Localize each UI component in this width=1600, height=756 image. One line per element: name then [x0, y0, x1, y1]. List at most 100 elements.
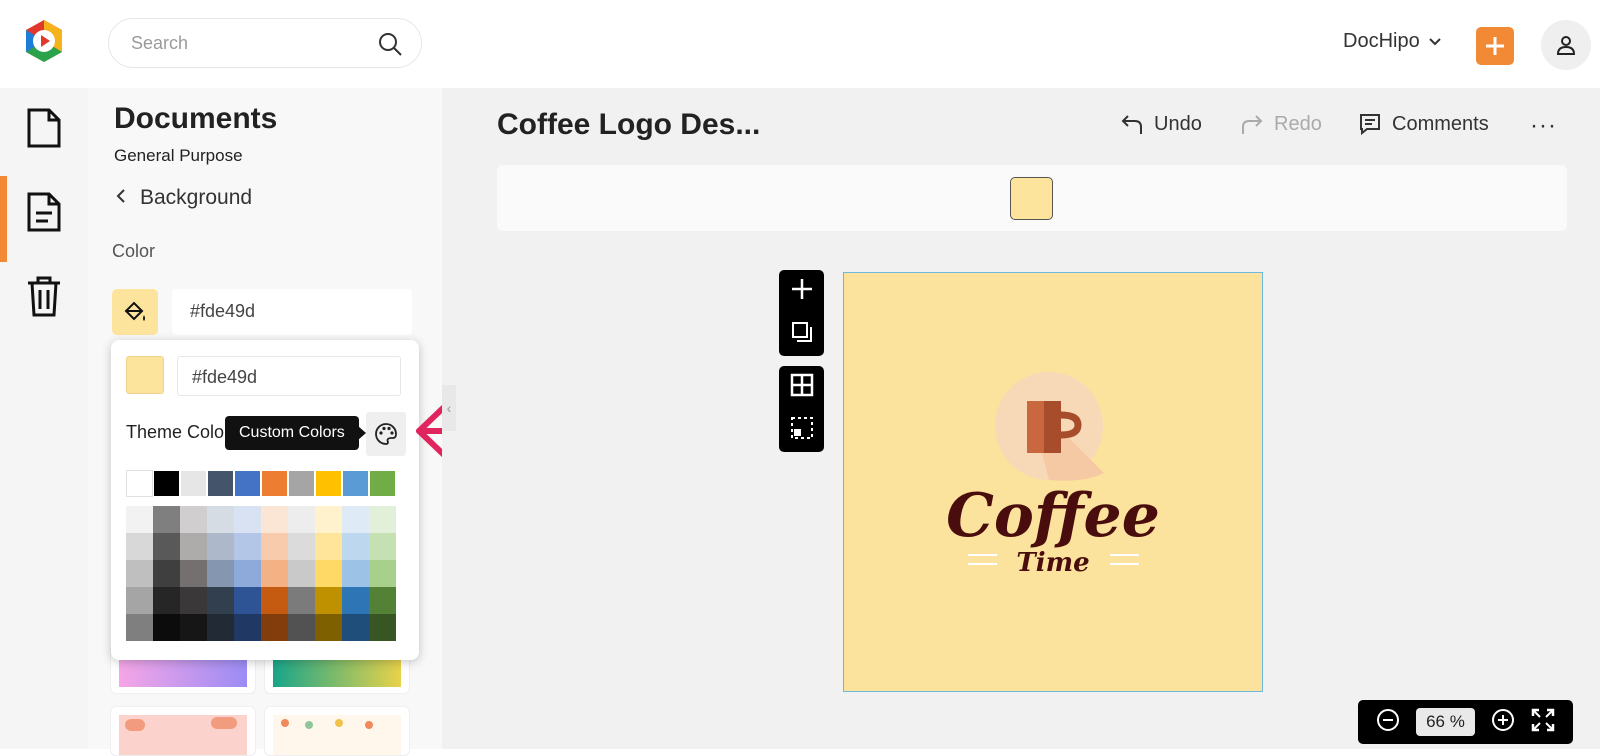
shade-swatch[interactable]	[342, 533, 369, 560]
shade-swatch[interactable]	[153, 614, 180, 641]
shade-swatch[interactable]	[207, 506, 234, 533]
theme-color-swatch[interactable]	[369, 470, 396, 497]
shade-swatch[interactable]	[315, 614, 342, 641]
shade-swatch[interactable]	[234, 533, 261, 560]
back-to-background[interactable]: Background	[116, 186, 252, 210]
add-page-icon[interactable]	[790, 277, 814, 306]
user-avatar-button[interactable]	[1541, 20, 1591, 70]
fullscreen-icon[interactable]	[1531, 708, 1555, 737]
shade-swatch[interactable]	[234, 614, 261, 641]
collapse-panel-handle[interactable]: ‹	[442, 385, 456, 431]
rail-item-documents[interactable]	[24, 104, 64, 152]
theme-color-swatch[interactable]	[261, 470, 288, 497]
document-icon	[27, 108, 61, 148]
shade-swatch[interactable]	[234, 587, 261, 614]
undo-label: Undo	[1154, 112, 1202, 135]
more-options-button[interactable]: ···	[1530, 112, 1557, 140]
shade-swatch[interactable]	[261, 614, 288, 641]
shade-swatch[interactable]	[261, 506, 288, 533]
document-title[interactable]: Coffee Logo Des...	[497, 108, 760, 142]
redo-button[interactable]: Redo	[1240, 112, 1322, 136]
select-area-icon[interactable]	[790, 416, 814, 445]
shade-swatch[interactable]	[234, 506, 261, 533]
user-icon	[1556, 36, 1576, 55]
popup-hex-input[interactable]: #fde49d	[177, 356, 401, 396]
shade-swatch[interactable]	[126, 614, 153, 641]
shade-swatch[interactable]	[369, 533, 396, 560]
shade-swatch[interactable]	[288, 560, 315, 587]
shade-swatch[interactable]	[369, 506, 396, 533]
account-menu[interactable]: DocHipo	[1343, 30, 1442, 53]
background-color-swatch[interactable]	[1010, 177, 1053, 220]
shade-swatch[interactable]	[315, 533, 342, 560]
theme-color-swatch[interactable]	[315, 470, 342, 497]
shade-swatch[interactable]	[180, 506, 207, 533]
shade-swatch[interactable]	[153, 506, 180, 533]
theme-color-swatch[interactable]	[153, 470, 180, 497]
rail-item-trash[interactable]	[24, 272, 64, 320]
shade-swatch[interactable]	[180, 533, 207, 560]
shade-swatch[interactable]	[288, 587, 315, 614]
shade-swatch[interactable]	[369, 614, 396, 641]
shade-swatch[interactable]	[153, 587, 180, 614]
search-input[interactable]	[131, 32, 361, 54]
duplicate-page-icon[interactable]	[790, 320, 814, 349]
shade-swatch[interactable]	[153, 533, 180, 560]
shade-swatch[interactable]	[126, 533, 153, 560]
shade-swatch[interactable]	[261, 560, 288, 587]
zoom-out-icon[interactable]	[1376, 708, 1400, 737]
dochipo-logo[interactable]	[22, 18, 66, 64]
shade-column	[234, 506, 261, 641]
theme-color-swatch[interactable]	[180, 470, 207, 497]
theme-color-swatch[interactable]	[342, 470, 369, 497]
shade-swatch[interactable]	[315, 587, 342, 614]
shade-swatch[interactable]	[369, 560, 396, 587]
shade-swatch[interactable]	[180, 587, 207, 614]
create-button[interactable]	[1476, 27, 1514, 65]
color-hex-input[interactable]: #fde49d	[172, 289, 412, 335]
shade-swatch[interactable]	[126, 587, 153, 614]
theme-color-swatch[interactable]	[288, 470, 315, 497]
shade-swatch[interactable]	[342, 587, 369, 614]
theme-color-swatch[interactable]	[126, 470, 153, 497]
fill-color-button[interactable]	[112, 289, 158, 335]
current-color-swatch[interactable]	[126, 356, 164, 394]
shade-column	[126, 506, 153, 641]
theme-color-row	[126, 470, 396, 497]
shade-swatch[interactable]	[261, 533, 288, 560]
shade-swatch[interactable]	[369, 587, 396, 614]
shade-swatch[interactable]	[207, 560, 234, 587]
logo-title-text: Coffee	[946, 481, 1160, 551]
shade-swatch[interactable]	[288, 614, 315, 641]
shade-swatch[interactable]	[261, 587, 288, 614]
shade-swatch[interactable]	[207, 614, 234, 641]
custom-colors-button[interactable]	[366, 412, 406, 456]
shade-swatch[interactable]	[180, 560, 207, 587]
zoom-in-icon[interactable]	[1491, 708, 1515, 737]
shade-swatch[interactable]	[315, 506, 342, 533]
shade-swatch[interactable]	[207, 587, 234, 614]
theme-color-swatch[interactable]	[207, 470, 234, 497]
shade-swatch[interactable]	[153, 560, 180, 587]
shade-swatch[interactable]	[126, 506, 153, 533]
design-canvas[interactable]: Coffee Time	[843, 272, 1263, 692]
chevron-down-icon	[1428, 30, 1442, 53]
shade-swatch[interactable]	[288, 506, 315, 533]
undo-button[interactable]: Undo	[1120, 112, 1202, 136]
shade-swatch[interactable]	[234, 560, 261, 587]
rail-item-templates[interactable]	[24, 188, 64, 236]
grid-icon[interactable]	[790, 373, 814, 402]
shade-swatch[interactable]	[342, 614, 369, 641]
comments-button[interactable]: Comments	[1358, 112, 1489, 136]
search-icon[interactable]	[377, 31, 403, 57]
shade-swatch[interactable]	[315, 560, 342, 587]
theme-color-swatch[interactable]	[234, 470, 261, 497]
shade-swatch[interactable]	[180, 614, 207, 641]
shade-swatch[interactable]	[342, 560, 369, 587]
zoom-value[interactable]: 66 %	[1416, 708, 1475, 736]
shade-swatch[interactable]	[342, 506, 369, 533]
shade-column	[261, 506, 288, 641]
shade-swatch[interactable]	[288, 533, 315, 560]
shade-swatch[interactable]	[126, 560, 153, 587]
shade-swatch[interactable]	[207, 533, 234, 560]
